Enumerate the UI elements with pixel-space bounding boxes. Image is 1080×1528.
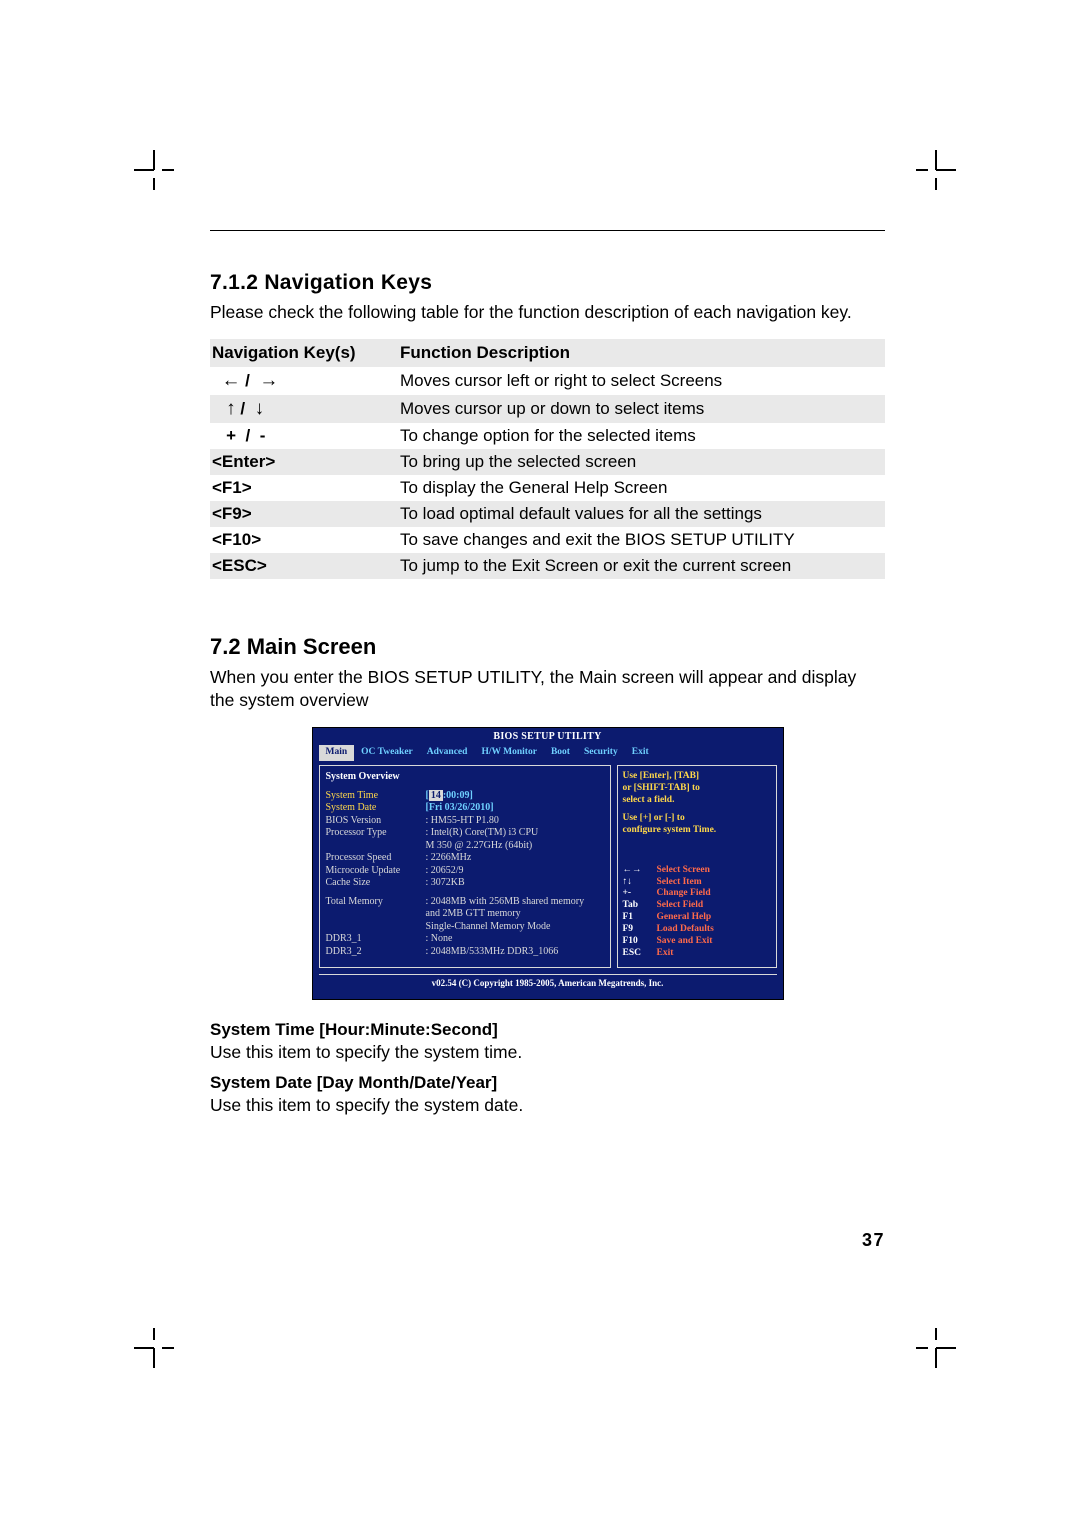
bios-footer: v02.54 (C) Copyright 1985-2005, American…: [319, 974, 777, 993]
nav-desc-6: To save changes and exit the BIOS SETUP …: [398, 527, 885, 553]
subhead-system-date: System Date [Day Month/Date/Year]: [210, 1073, 885, 1093]
top-rule: [210, 230, 885, 231]
nav-desc-4: To display the General Help Screen: [398, 475, 885, 501]
bios-systime-value: [14:00:09]: [426, 790, 604, 803]
nav-desc-1: Moves cursor up or down to select items: [398, 395, 885, 423]
nav-desc-5: To load optimal default values for all t…: [398, 501, 885, 527]
heading-7-2: 7.2 Main Screen: [210, 634, 885, 660]
nav-desc-2: To change option for the selected items: [398, 423, 885, 449]
bios-setup-screenshot: BIOS SETUP UTILITY Main OC Tweaker Advan…: [312, 727, 784, 1000]
bios-left-panel: System Overview System Time [14:00:09] S…: [319, 765, 611, 968]
bios-procspeed-label: Processor Speed: [326, 852, 426, 865]
bios-right-panel: Use [Enter], [TAB] or [SHIFT-TAB] to sel…: [617, 765, 777, 968]
bios-help-text: Use [Enter], [TAB] or [SHIFT-TAB] to sel…: [623, 771, 771, 836]
bios-tab-exit: Exit: [625, 745, 656, 761]
arrow-down-icon: [255, 399, 265, 418]
bios-proctype-value: : Intel(R) Core(TM) i3 CPU: [426, 827, 604, 840]
nav-th-key: Navigation Key(s): [210, 339, 398, 367]
subpara-system-date: Use this item to specify the system date…: [210, 1095, 885, 1116]
bios-totalmem-value: : 2048MB with 256MB shared memory: [426, 896, 604, 909]
bios-totalmem-value3: Single-Channel Memory Mode: [426, 921, 604, 934]
bios-systime-rest: :00:09: [443, 790, 470, 801]
bios-tab-main: Main: [319, 745, 355, 761]
arrow-right-icon: [259, 371, 278, 390]
heading-7-1-2: 7.1.2 Navigation Keys: [210, 271, 885, 295]
nav-desc-7: To jump to the Exit Screen or exit the c…: [398, 553, 885, 579]
nav-key-enter: <Enter>: [210, 449, 398, 475]
bios-cache-value: : 3072KB: [426, 877, 604, 890]
bios-cache-label: Cache Size: [326, 877, 426, 890]
intro-7-1-2: Please check the following table for the…: [210, 301, 885, 325]
bios-sysdate-value: [Fri 03/26/2010]: [426, 802, 604, 815]
nav-key-ud: /: [210, 395, 398, 423]
arrow-up-icon: [226, 399, 236, 418]
arrow-left-icon: [221, 371, 240, 390]
bios-title: BIOS SETUP UTILITY: [313, 728, 783, 746]
bios-tab-advanced: Advanced: [420, 745, 475, 761]
nav-th-desc: Function Description: [398, 339, 885, 367]
nav-key-f1: <F1>: [210, 475, 398, 501]
nav-key-plusminus: + / -: [210, 423, 398, 449]
bios-ddr2-label: DDR3_2: [326, 946, 426, 959]
bios-ddr1-value: : None: [426, 933, 604, 946]
bios-systime-hour: 14: [429, 790, 443, 801]
bios-totalmem-label: Total Memory: [326, 896, 426, 909]
bios-tab-security: Security: [577, 745, 625, 761]
crop-mark-tl: [134, 150, 174, 190]
page-content: 7.1.2 Navigation Keys Please check the f…: [210, 230, 885, 1126]
bios-proctype-label: Processor Type: [326, 827, 426, 840]
crop-mark-bl: [134, 1328, 174, 1368]
subpara-system-time: Use this item to specify the system time…: [210, 1042, 885, 1063]
bios-tab-hwmonitor: H/W Monitor: [474, 745, 544, 761]
bios-sysdate-label: System Date: [326, 802, 426, 815]
bios-tabs: Main OC Tweaker Advanced H/W Monitor Boo…: [313, 745, 783, 761]
bios-ddr1-label: DDR3_1: [326, 933, 426, 946]
bios-tab-octweaker: OC Tweaker: [354, 745, 420, 761]
page-number: 37: [862, 1230, 885, 1251]
bios-tab-boot: Boot: [544, 745, 577, 761]
subhead-system-time: System Time [Hour:Minute:Second]: [210, 1020, 885, 1040]
crop-mark-br: [916, 1328, 956, 1368]
nav-key-esc: <ESC>: [210, 553, 398, 579]
nav-desc-3: To bring up the selected screen: [398, 449, 885, 475]
bios-biosver-value: : HM55-HT P1.80: [426, 815, 604, 828]
nav-key-f9: <F9>: [210, 501, 398, 527]
bios-microcode-value: : 20652/9: [426, 865, 604, 878]
bios-overview-heading: System Overview: [326, 771, 604, 784]
navigation-keys-table: Navigation Key(s) Function Description /…: [210, 339, 885, 579]
bios-legend: ←→Select Screen ↑↓Select Item +-Change F…: [623, 865, 771, 960]
nav-key-lr: /: [210, 367, 398, 395]
bios-procspeed-value: : 2266MHz: [426, 852, 604, 865]
bios-microcode-label: Microcode Update: [326, 865, 426, 878]
bios-totalmem-value2: and 2MB GTT memory: [426, 908, 604, 921]
bios-proctype-value2: M 350 @ 2.27GHz (64bit): [426, 840, 604, 853]
nav-key-f10: <F10>: [210, 527, 398, 553]
nav-desc-0: Moves cursor left or right to select Scr…: [398, 367, 885, 395]
bios-systime-label: System Time: [326, 790, 426, 803]
crop-mark-tr: [916, 150, 956, 190]
bios-biosver-label: BIOS Version: [326, 815, 426, 828]
intro-7-2: When you enter the BIOS SETUP UTILITY, t…: [210, 666, 885, 713]
bios-ddr2-value: : 2048MB/533MHz DDR3_1066: [426, 946, 604, 959]
